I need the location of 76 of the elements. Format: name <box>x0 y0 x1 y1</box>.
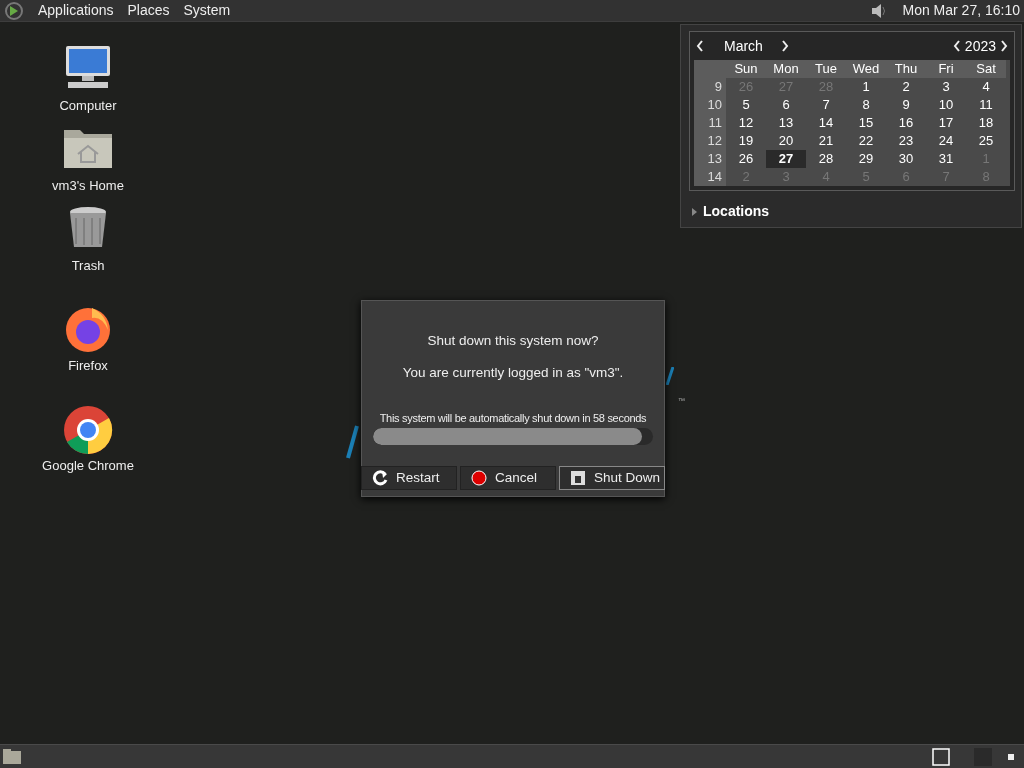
day-cell[interactable]: 28 <box>806 150 846 168</box>
day-cell[interactable]: 22 <box>846 132 886 150</box>
month-label: March <box>724 36 763 56</box>
menu-item[interactable]: System <box>183 0 231 21</box>
dialog-button[interactable]: Cancel <box>460 466 556 490</box>
day-cell[interactable]: 10 <box>926 96 966 114</box>
previous-month-button[interactable] <box>696 40 704 52</box>
day-cell[interactable]: 2 <box>886 78 926 96</box>
week-number: 9 <box>694 78 726 96</box>
dialog-button[interactable]: Restart <box>361 466 457 490</box>
day-cell[interactable]: 24 <box>926 132 966 150</box>
notification-icon[interactable] <box>1006 751 1016 762</box>
clock[interactable]: Mon Mar 27, 16:10 <box>902 0 1020 21</box>
day-cell[interactable]: 11 <box>966 96 1006 114</box>
day-cell[interactable]: 29 <box>846 150 886 168</box>
weekday-label: Tue <box>806 60 846 78</box>
day-cell[interactable]: 27 <box>766 150 806 168</box>
week-number: 12 <box>694 132 726 150</box>
countdown-text: This system will be automatically shut down in 58 seconds <box>379 410 647 426</box>
day-cell[interactable]: 14 <box>806 114 846 132</box>
day-cell[interactable]: 23 <box>886 132 926 150</box>
dialog-button[interactable]: Shut Down <box>559 466 666 490</box>
year-label: 2023 <box>964 36 996 56</box>
weekday-label: Thu <box>886 60 926 78</box>
week-number: 14 <box>694 168 726 186</box>
day-cell[interactable]: 7 <box>806 96 846 114</box>
chrome-icon[interactable] <box>62 404 114 456</box>
dialog-message: You are currently logged in as "vm3". <box>402 364 624 383</box>
week-number: 10 <box>694 96 726 114</box>
day-cell[interactable]: 18 <box>966 114 1006 132</box>
day-cell[interactable]: 30 <box>886 150 926 168</box>
day-cell[interactable]: 31 <box>926 150 966 168</box>
week-number: 13 <box>694 150 726 168</box>
day-cell[interactable]: 8 <box>846 96 886 114</box>
day-cell[interactable]: 16 <box>886 114 926 132</box>
previous-year-button[interactable] <box>952 40 961 52</box>
week-number: 11 <box>694 114 726 132</box>
day-cell[interactable]: 1 <box>846 78 886 96</box>
day-cell[interactable]: 4 <box>966 78 1006 96</box>
next-month-button[interactable] <box>780 40 789 52</box>
icon-label[interactable]: Trash <box>71 256 105 276</box>
power-switch-icon <box>570 470 586 486</box>
weekday-label: Sun <box>726 60 766 78</box>
day-cell[interactable]: 20 <box>766 132 806 150</box>
weekday-label: Mon <box>766 60 806 78</box>
menu-logo-icon[interactable] <box>4 0 24 21</box>
restart-icon <box>372 470 388 486</box>
show-desktop-icon[interactable] <box>2 747 22 766</box>
icon-label[interactable]: Google Chrome <box>42 456 134 476</box>
icon-label[interactable]: Firefox <box>68 356 108 376</box>
logo-drawing <box>666 367 674 385</box>
day-cell[interactable]: 25 <box>966 132 1006 150</box>
menu-item[interactable]: Places <box>127 0 170 21</box>
menu-item[interactable]: Applications <box>38 0 114 21</box>
day-cell[interactable]: 3 <box>926 78 966 96</box>
day-cell[interactable]: 26 <box>726 150 766 168</box>
weekday-label: Wed <box>846 60 886 78</box>
day-cell[interactable]: 15 <box>846 114 886 132</box>
weekday-label: Fri <box>926 60 966 78</box>
day-cell[interactable]: 12 <box>726 114 766 132</box>
icon-label[interactable]: Computer <box>59 96 117 116</box>
day-cell[interactable]: 19 <box>726 132 766 150</box>
day-cell[interactable]: 6 <box>766 96 806 114</box>
day-cell[interactable]: 13 <box>766 114 806 132</box>
stop-icon <box>471 470 487 486</box>
day-cell[interactable]: 5 <box>726 96 766 114</box>
workspace-icon[interactable] <box>932 747 950 766</box>
expander-icon[interactable] <box>691 207 697 216</box>
day-cell[interactable]: 21 <box>806 132 846 150</box>
weekday-label: Sat <box>966 60 1006 78</box>
dialog-title: Shut down this system now? <box>427 332 599 350</box>
day-cell[interactable]: 9 <box>886 96 926 114</box>
icon-label[interactable]: vm3's Home <box>52 176 124 196</box>
locations-label[interactable]: Locations <box>703 201 770 222</box>
day-cell[interactable]: 17 <box>926 114 966 132</box>
next-year-button[interactable] <box>1000 40 1008 52</box>
